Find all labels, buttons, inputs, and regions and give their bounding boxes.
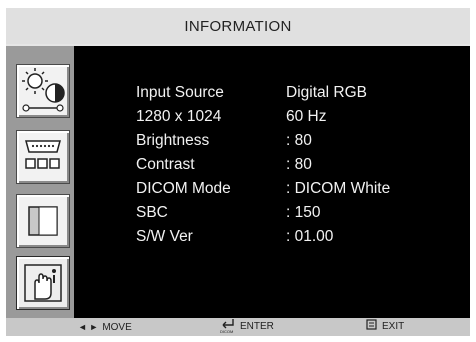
info-value: 60 Hz	[286, 108, 327, 125]
info-label: SBC	[136, 204, 168, 221]
info-label: Contrast	[136, 156, 195, 173]
exit-icon	[366, 319, 377, 330]
info-label: Brightness	[136, 132, 210, 149]
info-value: : DICOM White	[286, 180, 391, 197]
info-label: Input Source	[136, 84, 224, 101]
hand-info-icon	[24, 264, 62, 302]
info-label: DICOM Mode	[136, 180, 231, 197]
info-value: : 01.00	[286, 228, 334, 245]
enter-hint: DICOM ENTER	[220, 318, 274, 336]
osd-window: INFORMATION Input Source Digital RGB 128…	[6, 8, 470, 336]
info-value: : 150	[286, 204, 321, 221]
info-value: : 80	[286, 156, 312, 173]
info-label: S/W Ver	[136, 228, 193, 245]
info-panel: Input Source Digital RGB 1280 x 1024 60 …	[74, 46, 470, 318]
exit-hint: EXIT	[366, 318, 404, 336]
menu-title: INFORMATION	[184, 18, 292, 35]
sidebar-item-picture[interactable]	[16, 194, 70, 248]
move-label: MOVE	[102, 322, 132, 333]
input-connector-icon	[25, 140, 61, 169]
info-label: 1280 x 1024	[136, 108, 222, 125]
info-value: : 80	[286, 132, 312, 149]
brightness-contrast-icon	[22, 68, 65, 112]
exit-label: EXIT	[382, 321, 405, 332]
picture-icon	[28, 206, 58, 236]
move-hint: ◄ ► MOVE	[78, 318, 132, 337]
sidebar-item-input[interactable]	[16, 130, 70, 184]
title-bar: INFORMATION	[6, 8, 470, 44]
left-right-arrows-icon: ◄ ►	[78, 322, 99, 332]
footer-hints: ◄ ► MOVE DICOM ENTER EXIT	[6, 318, 470, 336]
sidebar-item-information[interactable]	[16, 256, 70, 310]
sidebar-item-brightness[interactable]	[16, 64, 70, 118]
enter-icon: DICOM	[220, 318, 236, 336]
info-value: Digital RGB	[286, 84, 367, 101]
dicom-sublabel: DICOM	[220, 329, 234, 334]
sidebar	[6, 46, 74, 318]
enter-label: ENTER	[240, 321, 274, 332]
